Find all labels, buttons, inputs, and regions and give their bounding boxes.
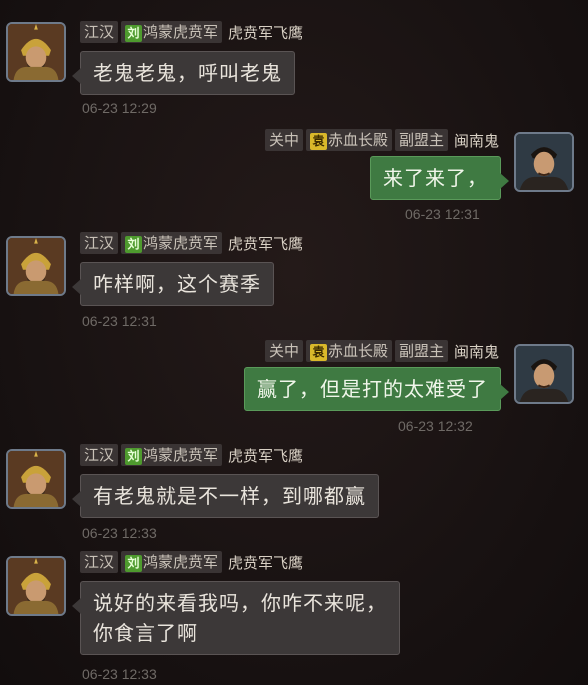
faction-badge: 刘 xyxy=(125,555,143,572)
region-tag: 江汉 xyxy=(80,551,119,573)
armored-general-icon xyxy=(8,558,64,614)
message-text: 你食言了啊 xyxy=(93,621,198,645)
alliance-name: 鸿蒙虎贲军 xyxy=(143,553,219,571)
chat-message: 江汉 刘鸿蒙虎贲军 虎贲军飞鹰 说好的来看我吗，你咋不来呢， 你食言了啊 06-… xyxy=(0,0,588,685)
message-text: 说好的来看我吗，你咋不来呢， xyxy=(93,591,387,615)
chat-log[interactable]: 江汉 刘鸿蒙虎贲军 虎贲军飞鹰 老鬼老鬼，呼叫老鬼 06-23 12:29 关中… xyxy=(0,0,588,685)
sender-avatar[interactable] xyxy=(6,556,66,616)
message-header: 江汉 刘鸿蒙虎贲军 虎贲军飞鹰 xyxy=(80,551,306,573)
sender-name[interactable]: 虎贲军飞鹰 xyxy=(225,552,306,573)
timestamp: 06-23 12:33 xyxy=(82,666,157,682)
alliance-tag[interactable]: 刘鸿蒙虎贲军 xyxy=(121,551,223,573)
message-bubble[interactable]: 说好的来看我吗，你咋不来呢， 你食言了啊 xyxy=(72,581,400,655)
